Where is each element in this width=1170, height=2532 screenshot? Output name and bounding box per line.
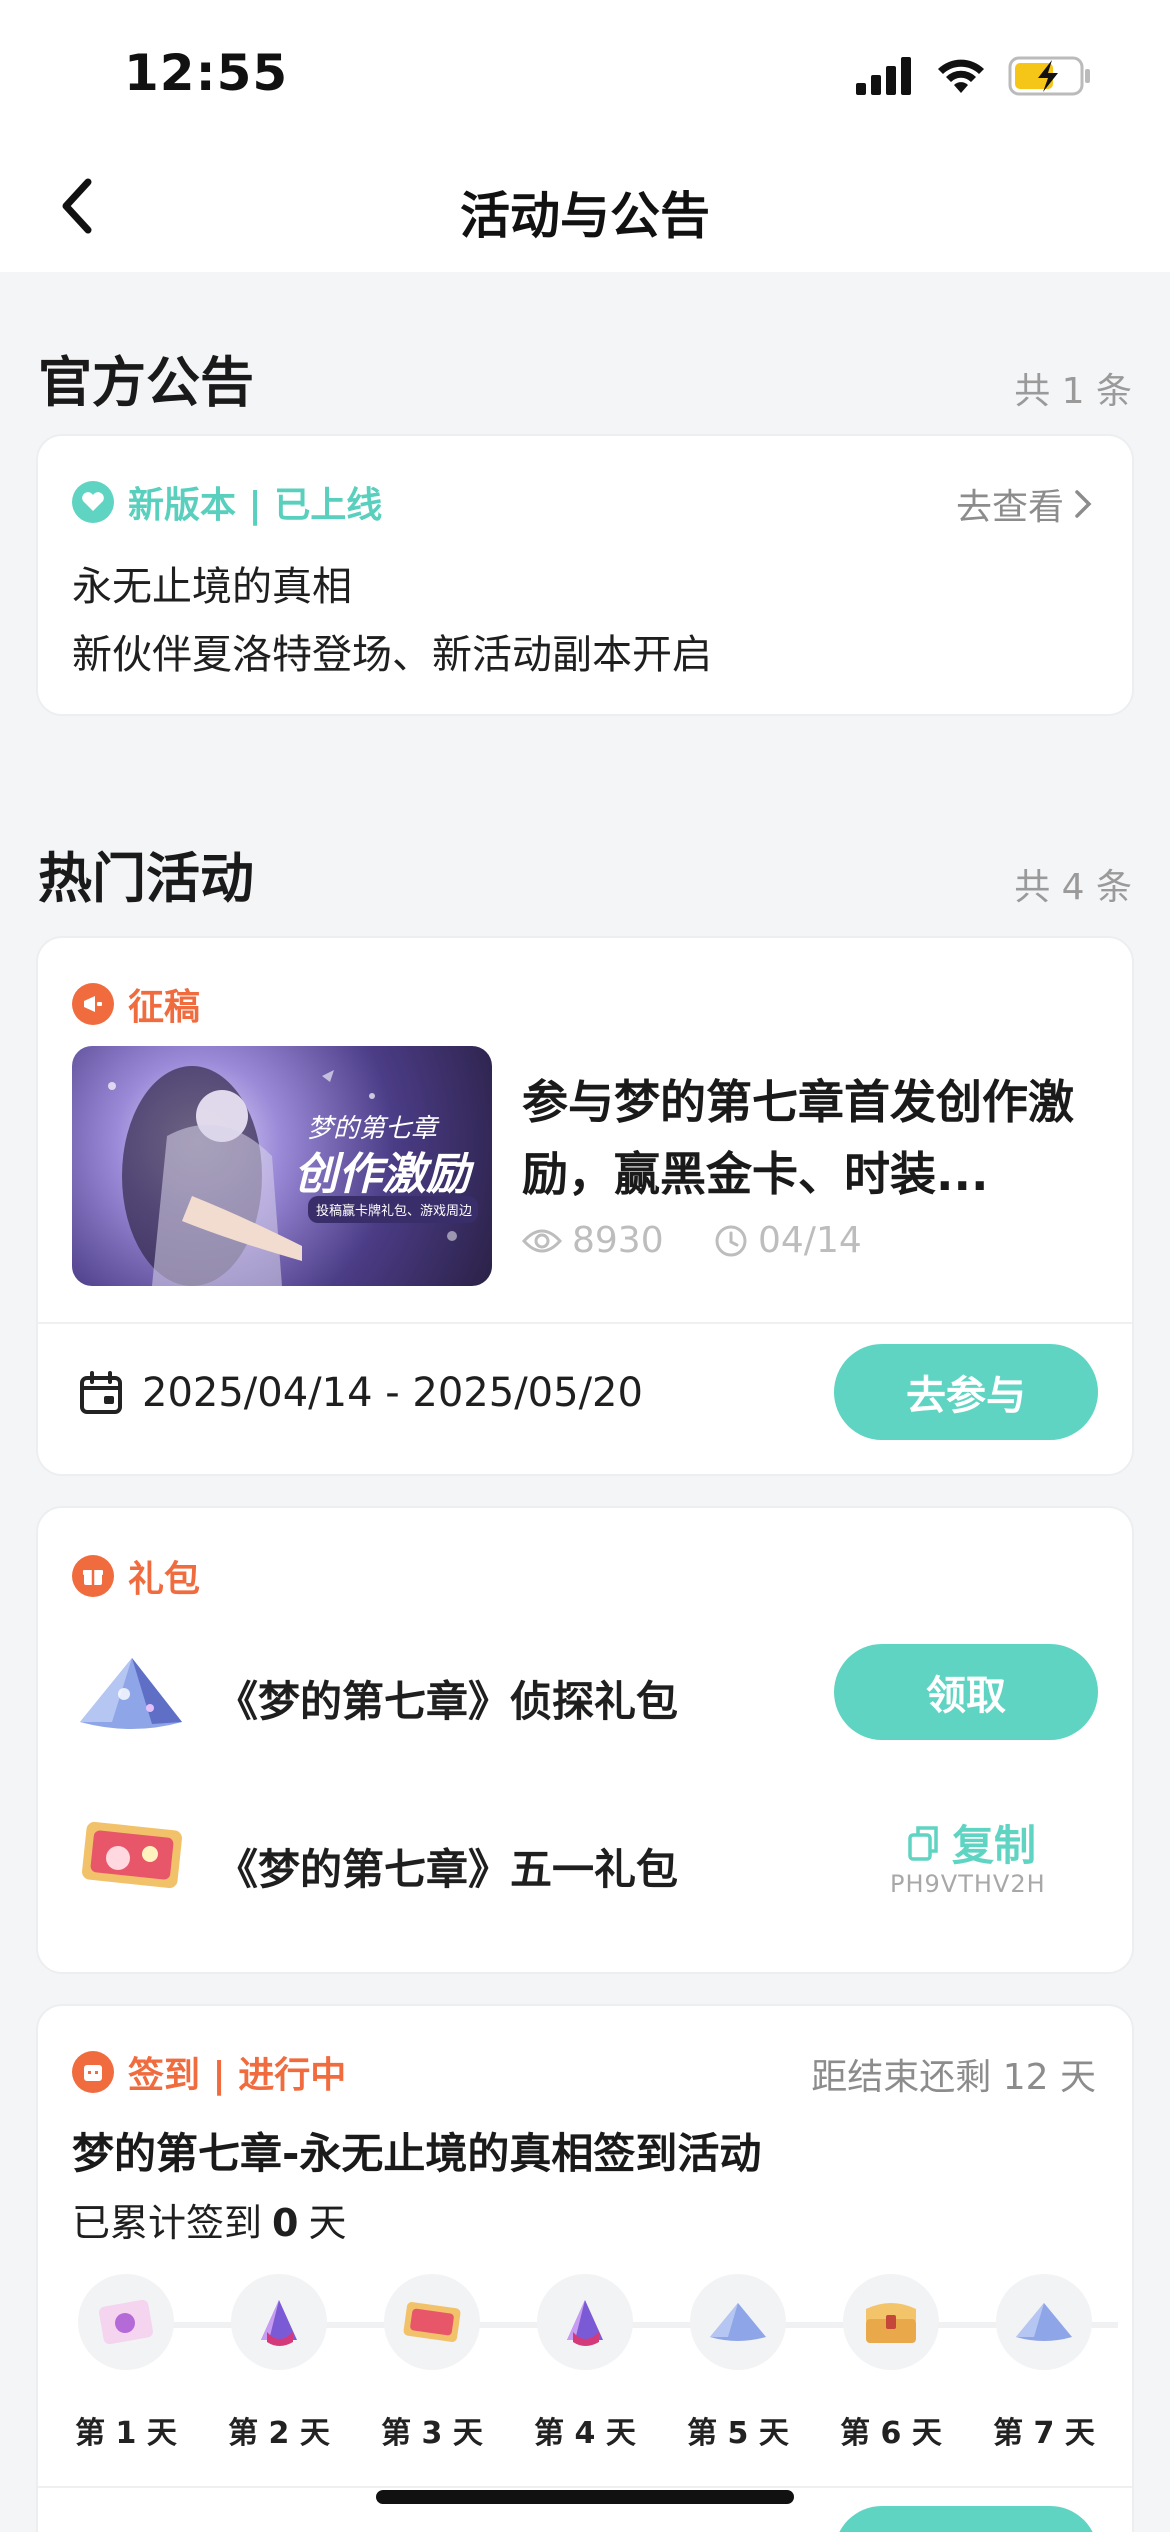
views-stat: 8930 (522, 1220, 664, 1261)
divider (38, 1322, 1132, 1324)
ticket-icon (82, 1821, 182, 1889)
card-icon (99, 2299, 153, 2345)
gift-card: 礼包 《梦的第七章》侦探礼包 领取 《梦的第七章》五一礼包 复制 PH9VTHV… (36, 1506, 1134, 1974)
checkin-button[interactable] (834, 2506, 1098, 2532)
megaphone-icon (72, 983, 114, 1025)
copy-label: 复制 (952, 1821, 1037, 1870)
view-link-label: 去查看 (955, 487, 1064, 528)
announcement-line2: 新伙伴夏洛特登场、新活动副本开启 (72, 632, 712, 678)
ticket-icon (403, 2302, 461, 2342)
page-title: 活动与公告 (460, 187, 710, 245)
day-label: 第 1 天 (75, 2416, 177, 2451)
crystal-pyramid-icon (80, 1658, 182, 1729)
heart-badge-icon (72, 481, 114, 523)
gift-tag: 礼包 (72, 1550, 200, 1602)
date-range-text: 2025/04/14 - 2025/05/20 (142, 1370, 643, 1416)
announcements-title: 官方公告 (38, 351, 254, 414)
checkin-tag: 签到 | 进行中 (72, 2046, 346, 2098)
divider (38, 2486, 1132, 2488)
banner-caption: 投稿赢卡牌礼包、游戏周边 (308, 1196, 478, 1223)
eye-icon (522, 1229, 562, 1252)
day-6-reward[interactable] (843, 2274, 939, 2370)
gift-tag-text: 礼包 (128, 1559, 201, 1600)
pyramid-icon (710, 2303, 766, 2341)
progress-suffix: 天 (308, 2201, 347, 2245)
day-7-reward[interactable] (996, 2274, 1092, 2370)
date-stat: 04/14 (714, 1220, 862, 1261)
status-time: 12:55 (124, 44, 289, 102)
day-label: 第 2 天 (228, 2416, 330, 2451)
wifi-icon (938, 59, 984, 93)
day-1-reward[interactable] (78, 2274, 174, 2370)
checkin-card[interactable]: 签到 | 进行中 距结束还剩 12 天 梦的第七章-永无止境的真相签到活动 已累… (36, 2004, 1134, 2532)
submission-banner[interactable]: 梦的第七章 创作激励 投稿赢卡牌礼包、游戏周边 (72, 1046, 492, 1286)
announcements-count: 共 1 条 (1014, 371, 1132, 412)
day-label: 第 7 天 (993, 2416, 1095, 2451)
checkin-progress: 已累计签到 0 天 (72, 2192, 346, 2247)
day-label: 第 4 天 (534, 2416, 636, 2451)
announcement-card[interactable]: 新版本 | 已上线 去查看 永无止境的真相 新伙伴夏洛特登场、新活动副本开启 (36, 434, 1134, 716)
status-bar: 12:55 (0, 0, 1170, 140)
view-link[interactable]: 去查看 (956, 478, 1092, 530)
copy-button[interactable]: 复制 (906, 1812, 1036, 1873)
day-4-reward[interactable] (537, 2274, 633, 2370)
submission-tag-text: 征稿 (128, 987, 201, 1028)
chest-icon (866, 2303, 916, 2343)
submission-card[interactable]: 征稿 梦的第七章 创作激励 投稿赢卡牌礼包、游戏周边 参与梦的第七章首发创作激励… (36, 936, 1134, 1476)
banner-title: 创作激励 (294, 1149, 470, 1200)
gift-name: 《梦的第七章》五一礼包 (216, 1845, 679, 1894)
battery-icon (1008, 56, 1090, 96)
day-label: 第 5 天 (687, 2416, 789, 2451)
nav-bar: 活动与公告 (0, 140, 1170, 272)
post-date: 04/14 (758, 1220, 862, 1261)
submission-tag: 征稿 (72, 978, 200, 1030)
submission-headline: 参与梦的第七章首发创作激励，赢黑金卡、时装... (522, 1075, 1074, 1201)
crystal-icon (261, 2300, 297, 2346)
views-count: 8930 (572, 1220, 664, 1261)
announcement-line1: 永无止境的真相 (72, 564, 352, 610)
announcement-tag: 新版本 | 已上线 (72, 476, 382, 528)
claim-button[interactable]: 领取 (834, 1644, 1098, 1740)
gift-icon (72, 1555, 114, 1597)
gift-item: 《梦的第七章》侦探礼包 领取 (38, 1634, 1132, 1754)
status-icons (856, 56, 1092, 96)
progress-days: 0 (272, 2201, 299, 2245)
date-range: 2025/04/14 - 2025/05/20 (78, 1370, 643, 1416)
hot-title: 热门活动 (38, 847, 254, 910)
checkin-title: 梦的第七章-永无止境的真相签到活动 (72, 2129, 762, 2178)
calendar-icon (80, 1371, 122, 1414)
home-indicator (376, 2490, 794, 2504)
checkin-tag-text: 签到 | 进行中 (128, 2055, 347, 2096)
pyramid-icon (1016, 2303, 1072, 2341)
progress-prefix: 已累计签到 (72, 2201, 263, 2245)
crystal-icon (567, 2300, 603, 2346)
day-3-reward[interactable] (384, 2274, 480, 2370)
clock-icon (715, 1225, 747, 1256)
checkin-remaining: 距结束还剩 12 天 (811, 2057, 1096, 2098)
day-label: 第 3 天 (381, 2416, 483, 2451)
copy-icon (908, 1825, 938, 1861)
day-2-reward[interactable] (231, 2274, 327, 2370)
gift-item: 《梦的第七章》五一礼包 复制 PH9VTHV2H (38, 1800, 1132, 1920)
signal-icon (856, 57, 911, 95)
chevron-right-icon (1075, 490, 1092, 518)
gift-code: PH9VTHV2H (890, 1870, 1046, 1898)
day-label: 第 6 天 (840, 2416, 942, 2451)
announcement-tag-text: 新版本 | 已上线 (128, 485, 383, 526)
calendar-badge-icon (72, 2051, 114, 2093)
hot-count: 共 4 条 (1014, 867, 1132, 908)
day-5-reward[interactable] (690, 2274, 786, 2370)
gift-name: 《梦的第七章》侦探礼包 (216, 1677, 679, 1726)
join-button[interactable]: 去参与 (834, 1344, 1098, 1440)
